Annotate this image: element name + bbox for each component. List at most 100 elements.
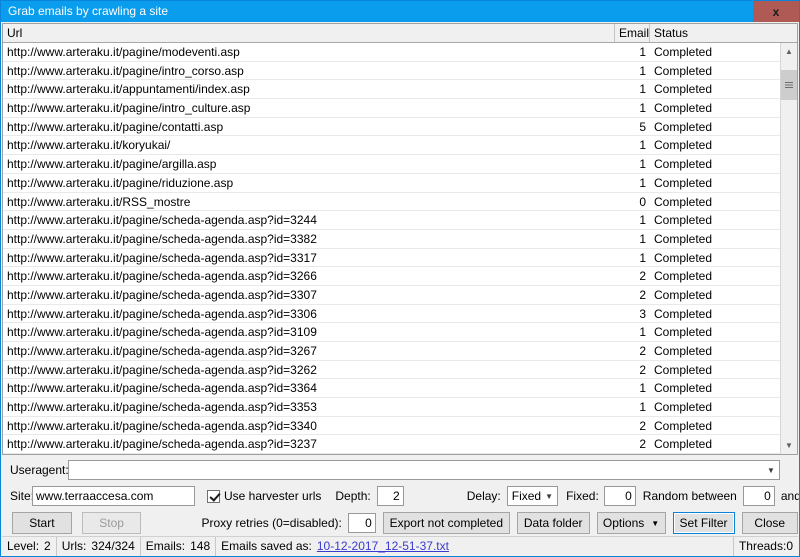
table-row[interactable]: http://www.arteraku.it/RSS_mostre 0 Comple…	[3, 193, 797, 212]
proxy-retries-input[interactable]	[347, 513, 376, 533]
useragent-combobox[interactable]: ▼	[68, 460, 780, 480]
cell-status: Completed	[654, 194, 713, 209]
table-row[interactable]: http://www.arteraku.it/pagine/modeventi.…	[3, 43, 797, 62]
cell-emails: 1	[639, 175, 646, 190]
cell-url: http://www.arteraku.it/pagine/scheda-age…	[7, 437, 317, 452]
scrollbar-track[interactable]	[781, 60, 797, 437]
cell-url: http://www.arteraku.it/pagine/argilla.as…	[7, 157, 217, 172]
scroll-up-icon[interactable]: ▲	[781, 43, 797, 60]
cell-url: http://www.arteraku.it/pagine/intro_cors…	[7, 63, 244, 78]
column-header-emails[interactable]: Emails	[615, 24, 650, 42]
cell-emails: 1	[639, 63, 646, 78]
chevron-down-icon[interactable]: ▼	[541, 492, 557, 501]
cell-status: Completed	[654, 362, 713, 377]
cell-emails: 1	[639, 45, 646, 59]
status-level-label: Level:	[7, 539, 40, 553]
saved-file-link[interactable]: 10-12-2017_12-51-37.txt	[317, 537, 449, 556]
cell-url: http://www.arteraku.it/appuntamenti/inde…	[7, 82, 250, 97]
column-header-status[interactable]: Status	[650, 24, 778, 42]
table-row[interactable]: http://www.arteraku.it/pagine/scheda-age…	[3, 398, 797, 417]
table-row[interactable]: http://www.arteraku.it/pagine/scheda-age…	[3, 417, 797, 436]
cell-status: Completed	[654, 437, 713, 452]
table-row[interactable]: http://www.arteraku.it/pagine/scheda-age…	[3, 361, 797, 380]
cell-emails: 0	[639, 194, 646, 209]
scrollbar-grip-icon	[785, 81, 793, 89]
table-row[interactable]: http://www.arteraku.it/koryukai/1 Complet…	[3, 136, 797, 156]
cell-emails: 2	[639, 418, 646, 433]
cell-emails: 1	[639, 250, 646, 265]
scrollbar-thumb[interactable]	[781, 70, 797, 100]
table-row[interactable]: http://www.arteraku.it/pagine/scheda-age…	[3, 435, 797, 454]
cell-status: Completed	[654, 45, 713, 59]
table-row[interactable]: http://www.arteraku.it/pagine/intro_cors…	[3, 62, 797, 81]
table-row[interactable]: http://www.arteraku.it/pagine/intro_cult…	[3, 99, 797, 118]
window-title: Grab emails by crawling a site	[8, 4, 169, 18]
cell-url: http://www.arteraku.it/pagine/scheda-age…	[7, 344, 317, 358]
delay-value: Fixed	[511, 489, 542, 503]
status-level: Level: 2	[2, 537, 57, 556]
table-row[interactable]: http://www.arteraku.it/pagine/scheda-age…	[3, 249, 797, 268]
random-from-input[interactable]	[742, 486, 775, 506]
table-row[interactable]: http://www.arteraku.it/pagine/argilla.as…	[3, 155, 797, 174]
cell-emails: 1	[639, 381, 646, 396]
site-row: Site: Use harvester urls Depth: Delay: F…	[2, 485, 799, 507]
close-button[interactable]: Close	[741, 512, 798, 534]
close-window-button[interactable]: x	[753, 1, 799, 22]
cell-emails: 3	[639, 306, 646, 321]
data-folder-button[interactable]: Data folder	[516, 512, 590, 534]
options-button[interactable]: Options ▼	[596, 512, 666, 534]
url-list: Url Emails Status http://www.arteraku.it…	[2, 23, 798, 455]
cell-url: http://www.arteraku.it/pagine/intro_cult…	[7, 101, 251, 116]
cell-url: http://www.arteraku.it/RSS_mostre	[7, 194, 191, 209]
cell-url: http://www.arteraku.it/pagine/riduzione.…	[7, 175, 234, 190]
cell-emails: 2	[639, 437, 646, 452]
cell-url: http://www.arteraku.it/pagine/scheda-age…	[7, 269, 317, 284]
cell-status: Completed	[654, 400, 713, 415]
cell-emails: 2	[639, 344, 646, 358]
scroll-down-icon[interactable]: ▼	[781, 437, 797, 454]
table-row[interactable]: http://www.arteraku.it/pagine/scheda-age…	[3, 230, 797, 249]
status-emails-label: Emails:	[145, 539, 186, 553]
table-row[interactable]: http://www.arteraku.it/pagine/scheda-age…	[3, 342, 797, 361]
random-between-label: Random between	[642, 489, 737, 503]
use-harvester-checkbox[interactable]: Use harvester urls	[207, 489, 321, 503]
cell-status: Completed	[654, 175, 713, 190]
table-row[interactable]: http://www.arteraku.it/pagine/scheda-age…	[3, 305, 797, 324]
depth-input[interactable]	[376, 486, 404, 506]
status-urls: Urls: 324/324	[57, 537, 141, 556]
list-vertical-scrollbar[interactable]: ▲ ▼	[780, 43, 797, 454]
stop-button: Stop	[81, 512, 142, 534]
delay-combobox[interactable]: Fixed ▼	[506, 486, 559, 506]
table-row[interactable]: http://www.arteraku.it/pagine/scheda-age…	[3, 286, 797, 305]
useragent-label: Useragent:	[10, 463, 69, 477]
cell-url: http://www.arteraku.it/pagine/scheda-age…	[7, 400, 317, 415]
set-filter-button[interactable]: Set Filter	[672, 512, 735, 534]
table-row[interactable]: http://www.arteraku.it/pagine/scheda-age…	[3, 379, 797, 399]
cell-emails: 2	[639, 269, 646, 284]
table-row[interactable]: http://www.arteraku.it/pagine/riduzione.…	[3, 174, 797, 193]
export-not-completed-button[interactable]: Export not completed	[382, 512, 510, 534]
table-row[interactable]: http://www.arteraku.it/pagine/scheda-age…	[3, 323, 797, 342]
column-header-url[interactable]: Url	[3, 24, 615, 42]
fixed-delay-input[interactable]	[603, 486, 636, 506]
table-row[interactable]: http://www.arteraku.it/pagine/contatti.a…	[3, 118, 797, 137]
start-button[interactable]: Start	[12, 512, 72, 534]
table-row[interactable]: http://www.arteraku.it/pagine/scheda-age…	[3, 267, 797, 286]
checkbox-checked-icon	[207, 489, 220, 503]
status-threads-value: 0	[786, 539, 793, 553]
table-row[interactable]: http://www.arteraku.it/appuntamenti/inde…	[3, 80, 797, 100]
cell-url: http://www.arteraku.it/pagine/scheda-age…	[7, 418, 317, 433]
cell-emails: 2	[639, 287, 646, 302]
chevron-down-icon[interactable]: ▼	[763, 466, 779, 475]
cell-emails: 1	[639, 82, 646, 97]
table-row[interactable]: http://www.arteraku.it/pagine/scheda-age…	[3, 211, 797, 230]
cell-url: http://www.arteraku.it/pagine/scheda-age…	[7, 213, 317, 228]
cell-emails: 1	[639, 213, 646, 228]
depth-label: Depth:	[335, 489, 371, 503]
cell-url: http://www.arteraku.it/pagine/scheda-age…	[7, 381, 317, 396]
cell-status: Completed	[654, 287, 713, 302]
list-rows[interactable]: http://www.arteraku.it/pagine/modeventi.…	[3, 43, 797, 454]
proxy-retries-label: Proxy retries (0=disabled):	[201, 516, 342, 530]
site-input[interactable]	[32, 486, 195, 506]
cell-status: Completed	[654, 418, 713, 433]
